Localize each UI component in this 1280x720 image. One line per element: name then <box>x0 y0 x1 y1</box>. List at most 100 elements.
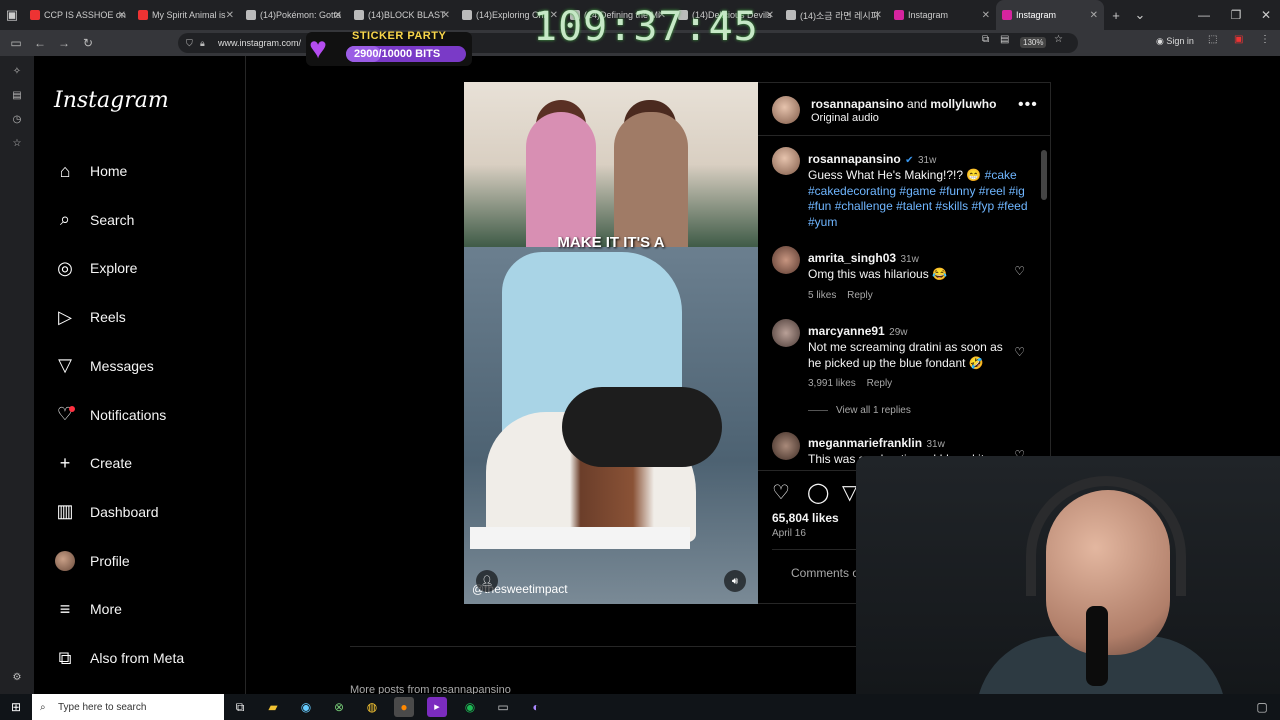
browser-tab[interactable]: Instagram ✕ <box>888 0 996 30</box>
author-username[interactable]: rosannapansino <box>811 97 904 111</box>
avatar <box>54 550 76 572</box>
comment-likes[interactable]: 5 likes <box>808 290 836 301</box>
discord-icon[interactable]: ◐ <box>526 697 546 717</box>
forward-button[interactable]: → <box>52 31 76 55</box>
close-tab-icon[interactable]: ✕ <box>982 10 990 21</box>
windows-start-icon[interactable]: ⊞ <box>6 697 26 717</box>
taskbar-search-input[interactable]: ⌕ Type here to search <box>32 694 224 720</box>
bookmark-star-icon[interactable]: ☆ <box>1054 34 1063 45</box>
tab-list-chevron-icon[interactable]: ⌄ <box>1128 0 1152 30</box>
nav-item-label: Also from Meta <box>90 650 185 666</box>
close-tab-icon[interactable]: ✕ <box>226 10 234 21</box>
terminal-icon[interactable]: ▭ <box>493 697 513 717</box>
extensions-icon[interactable]: ⬚ <box>1208 34 1217 45</box>
xbox-icon[interactable]: ⊗ <box>329 697 349 717</box>
volume-icon[interactable]: 🔊︎ <box>724 570 746 592</box>
author-avatar[interactable] <box>772 96 800 124</box>
ai-sparkle-icon[interactable]: ✧ <box>10 66 24 80</box>
close-tab-icon[interactable]: ✕ <box>118 10 126 21</box>
tagged-users-icon[interactable]: 👤︎ <box>476 570 498 592</box>
close-tab-icon[interactable]: ✕ <box>874 10 882 21</box>
like-count[interactable]: 65,804 likes <box>772 511 839 525</box>
like-heart-icon[interactable]: ♡ <box>772 480 790 505</box>
comment-bubble-icon[interactable]: ◯ <box>807 480 829 505</box>
view-replies-button[interactable]: View all 1 replies <box>836 405 911 416</box>
reply-button[interactable]: Reply <box>847 290 873 301</box>
streaming-app-icon[interactable]: ▶ <box>427 697 447 717</box>
commenter-avatar[interactable] <box>772 432 800 460</box>
new-tab-button[interactable]: + <box>1104 0 1128 30</box>
collections-icon[interactable]: ▤ <box>10 90 24 104</box>
nav-item-profile[interactable]: Profile <box>54 546 130 576</box>
nav-item-also-from-meta[interactable]: ⧉ Also from Meta <box>54 643 185 673</box>
sign-in-button[interactable]: ◉ Sign in <box>1156 36 1194 47</box>
chrome-icon[interactable]: ◍ <box>362 697 382 717</box>
browser-tab[interactable]: (14)BLOCK BLAST ✕ <box>348 0 456 30</box>
extension-badge-icon[interactable]: ▣ <box>1234 34 1243 45</box>
reel-video[interactable]: MAKE IT IT'S A @thesweetimpact 👤︎ 🔊︎ <box>464 82 758 604</box>
sidebar-toggle-icon[interactable]: ▭ <box>4 31 28 55</box>
nav-item-notifications[interactable]: ♡ Notifications <box>54 400 166 430</box>
tab-favicon-icon <box>894 10 904 20</box>
commenter-avatar[interactable] <box>772 246 800 274</box>
comment-username[interactable]: marcyanne91 <box>808 324 885 338</box>
profile-avatar <box>55 550 75 571</box>
search-icon: ⌕ <box>40 701 46 713</box>
notifications-icon[interactable]: ▢ <box>1252 697 1272 717</box>
nav-item-reels[interactable]: ▷ Reels <box>54 302 126 332</box>
coauthor-username[interactable]: mollyluwho <box>930 97 996 111</box>
comment-username[interactable]: amrita_singh03 <box>808 251 896 265</box>
task-view-icon[interactable]: ⧉ <box>230 697 250 717</box>
zoom-level[interactable]: 130% <box>1020 37 1047 48</box>
firefox-icon[interactable]: ● <box>394 697 414 717</box>
nav-item-more[interactable]: ≡ More <box>54 594 122 624</box>
reload-button[interactable]: ↻ <box>76 31 100 55</box>
back-button[interactable]: ← <box>28 31 52 55</box>
close-window-button[interactable]: ✕ <box>1250 0 1280 30</box>
browser-tab[interactable]: Instagram ✕ <box>996 0 1104 30</box>
nav-item-explore[interactable]: ◎ Explore <box>54 253 137 283</box>
restore-button[interactable]: ❐ <box>1220 0 1252 30</box>
reader-view-icon[interactable]: ▤ <box>1000 34 1009 45</box>
nav-item-create[interactable]: + Create <box>54 448 132 478</box>
commenter-avatar[interactable] <box>772 319 800 347</box>
nav-item-home[interactable]: ⌂ Home <box>54 156 128 186</box>
history-icon[interactable]: ◷ <box>10 114 24 128</box>
audio-link[interactable]: Original audio <box>811 112 879 124</box>
file-explorer-icon[interactable]: ▰ <box>263 697 283 717</box>
close-tab-icon[interactable]: ✕ <box>334 10 342 21</box>
minimize-button[interactable]: — <box>1188 0 1220 30</box>
comment-likes[interactable]: 3,991 likes <box>808 378 856 389</box>
reply-button[interactable]: Reply <box>867 378 893 389</box>
nav-item-dashboard[interactable]: ▥ Dashboard <box>54 497 158 527</box>
nav-item-search[interactable]: ⌕ Search <box>54 205 134 235</box>
comments-scrollbar[interactable] <box>1041 150 1047 200</box>
close-tab-icon[interactable]: ✕ <box>766 10 774 21</box>
picture-in-picture-icon[interactable]: ⧉ <box>982 34 989 45</box>
nav-item-label: Profile <box>90 552 130 569</box>
house-icon: ⌂ <box>59 160 71 181</box>
nav-item-messages[interactable]: ▽ Messages <box>54 351 154 381</box>
comment-username[interactable]: meganmariefranklin <box>808 436 922 450</box>
comment-like-heart-icon[interactable]: ♡ <box>1014 345 1025 359</box>
browser-tab[interactable]: CCP IS ASSHOE on ✕ <box>24 0 132 30</box>
browser-tab[interactable]: (14)Pokémon: Gotta ✕ <box>240 0 348 30</box>
spotify-icon[interactable]: ◉ <box>460 697 480 717</box>
author-avatar[interactable] <box>772 147 800 175</box>
browser-tab[interactable]: (14)소금 라면 레시피 ✕ <box>780 0 888 30</box>
favorites-icon[interactable]: ☆ <box>10 138 24 152</box>
close-tab-icon[interactable]: ✕ <box>1090 10 1098 21</box>
steam-icon[interactable]: ◉ <box>296 697 316 717</box>
comment-like-heart-icon[interactable]: ♡ <box>1014 264 1025 278</box>
close-tab-icon[interactable]: ✕ <box>442 10 450 21</box>
more-options-icon[interactable]: ••• <box>1018 96 1038 114</box>
settings-gear-icon[interactable]: ⚙ <box>10 672 24 686</box>
tab-favicon-icon <box>786 10 796 20</box>
browser-tab[interactable]: My Spirit Animal is ✕ <box>132 0 240 30</box>
instagram-logo[interactable]: Instagram <box>54 88 169 113</box>
tab-actions-icon[interactable]: ▣ <box>0 0 24 30</box>
caption-username[interactable]: rosannapansino <box>808 152 901 166</box>
browser-menu-icon[interactable]: ⋮ <box>1260 34 1270 45</box>
video-cake-board <box>470 527 690 549</box>
tab-label: Instagram <box>1016 10 1057 20</box>
